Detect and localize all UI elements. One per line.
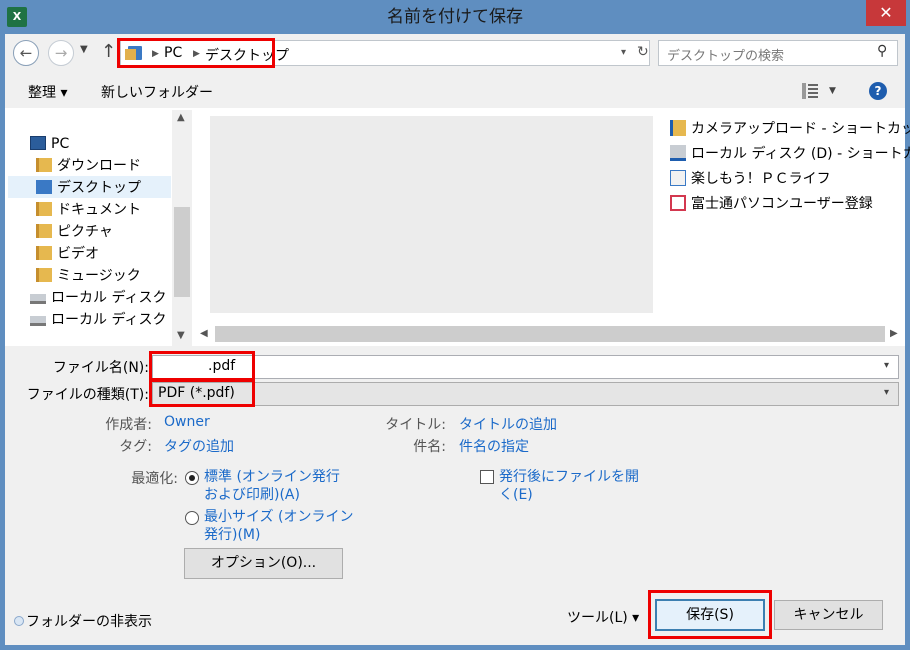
videos-folder-icon <box>36 246 52 260</box>
forward-button[interactable]: → <box>48 40 74 66</box>
file-pc-life[interactable]: 楽しもう！ＰＣライフ <box>670 168 900 193</box>
blank-thumbnail-area <box>210 116 653 313</box>
back-arrow-icon: ← <box>19 44 33 62</box>
tree-item-pc[interactable]: PC <box>30 133 172 155</box>
tree-item-documents[interactable]: ドキュメント <box>30 199 172 221</box>
view-options-icon[interactable] <box>801 82 819 100</box>
fujitsu-registration-icon <box>670 195 686 211</box>
downloads-folder-icon <box>36 158 52 172</box>
filename-label: ファイル名(N): <box>52 360 149 376</box>
radio-standard-label[interactable]: 標準 (オンライン発行および印刷)(A) <box>204 468 344 504</box>
subject-label: 件名: <box>413 439 446 455</box>
up-arrow-icon[interactable]: ↑ <box>101 41 116 62</box>
tree-item-music[interactable]: ミュージック <box>30 265 172 287</box>
desktop-folder-icon <box>36 180 52 194</box>
documents-folder-icon <box>36 202 52 216</box>
filetype-highlight-box <box>149 379 255 407</box>
collapse-icon <box>14 616 24 626</box>
title-value[interactable]: タイトルの追加 <box>459 414 557 434</box>
radio-minimum[interactable] <box>185 511 199 525</box>
tree-item-videos[interactable]: ビデオ <box>30 243 172 265</box>
tree-item-pictures[interactable]: ピクチャ <box>30 221 172 243</box>
radio-minimum-label[interactable]: 最小サイズ (オンライン発行)(M) <box>204 508 354 544</box>
cancel-button[interactable]: キャンセル <box>774 600 883 630</box>
file-camera-upload-shortcut[interactable]: カメラアップロード - ショートカット <box>670 118 910 143</box>
filetype-chevron-icon[interactable]: ▾ <box>884 387 889 398</box>
scroll-down-icon[interactable]: ▼ <box>177 330 185 341</box>
tree-item-downloads[interactable]: ダウンロード <box>30 155 172 177</box>
address-history-chevron-icon[interactable]: ▾ <box>621 47 626 58</box>
scroll-right-icon[interactable]: ▶ <box>890 328 898 339</box>
recent-locations-chevron-icon[interactable]: ▼ <box>80 44 88 55</box>
author-label: 作成者: <box>105 417 152 433</box>
author-value[interactable]: Owner <box>164 414 210 430</box>
filetype-label: ファイルの種類(T): <box>26 387 149 403</box>
open-after-publish-checkbox[interactable] <box>480 470 494 484</box>
scroll-left-icon[interactable]: ◀ <box>200 328 208 339</box>
search-placeholder: デスクトップの検索 <box>667 49 785 64</box>
subject-value[interactable]: 件名の指定 <box>459 436 529 456</box>
pictures-folder-icon <box>36 224 52 238</box>
shortcut-folder-icon <box>670 120 686 136</box>
open-after-publish-label[interactable]: 発行後にファイルを開く(E) <box>499 468 639 504</box>
filename-chevron-icon[interactable]: ▾ <box>884 360 889 371</box>
tree-scrollbar-thumb[interactable] <box>174 207 190 297</box>
window-title: 名前を付けて保存 <box>387 7 523 27</box>
tree-item-desktop[interactable]: デスクトップ <box>30 177 172 199</box>
file-drive-d-shortcut[interactable]: ローカル ディスク (D) - ショートカット <box>670 143 910 168</box>
filename-input[interactable]: .pdf ▾ <box>152 355 899 379</box>
tags-label: タグ: <box>119 439 152 455</box>
close-icon: ✕ <box>879 3 893 22</box>
music-folder-icon <box>36 268 52 282</box>
horizontal-scrollbar-thumb[interactable] <box>215 326 885 342</box>
options-button[interactable]: オプション(O)... <box>184 548 343 579</box>
tree-item-drive-d[interactable]: ローカル ディスク (D: <box>30 309 172 331</box>
shortcut-drive-icon <box>670 145 686 161</box>
drive-d-icon <box>30 316 46 326</box>
search-icon[interactable]: ⚲ <box>877 43 887 59</box>
address-highlight-box <box>117 38 275 68</box>
navigation-tree: PC ダウンロード デスクトップ ドキュメント ピクチャ ビデオ ミュージック … <box>30 133 172 331</box>
pc-life-app-icon <box>670 170 686 186</box>
pc-icon <box>30 136 46 150</box>
view-chevron-icon[interactable]: ▼ <box>829 86 836 96</box>
filetype-select[interactable]: PDF (*.pdf) ▾ <box>152 382 899 406</box>
new-folder-button[interactable]: 新しいフォルダー <box>101 82 213 102</box>
save-highlight-box <box>648 590 772 639</box>
organize-menu[interactable]: 整理 ▾ <box>28 82 67 102</box>
tools-menu[interactable]: ツール(L) ▾ <box>567 607 639 627</box>
file-list: カメラアップロード - ショートカット ローカル ディスク (D) - ショート… <box>670 118 910 218</box>
title-label: タイトル: <box>385 417 446 433</box>
forward-arrow-icon: → <box>54 44 68 62</box>
search-box[interactable]: デスクトップの検索 ⚲ <box>658 40 898 66</box>
help-icon[interactable]: ? <box>869 82 887 100</box>
optimize-label: 最適化: <box>131 471 178 487</box>
back-button[interactable]: ← <box>13 40 39 66</box>
tags-value[interactable]: タグの追加 <box>164 436 234 456</box>
close-button[interactable]: ✕ <box>866 0 906 26</box>
filename-highlight-box <box>149 351 255 381</box>
scroll-up-icon[interactable]: ▲ <box>177 112 185 123</box>
drive-c-icon <box>30 294 46 304</box>
file-fujitsu-registration[interactable]: 富士通パソコンユーザー登録 <box>670 193 900 218</box>
tree-item-drive-c[interactable]: ローカル ディスク (C: <box>30 287 172 309</box>
radio-standard[interactable] <box>185 471 199 485</box>
hide-folders-toggle[interactable]: フォルダーの非表示 <box>14 611 152 631</box>
refresh-icon[interactable]: ↻ <box>637 44 649 60</box>
